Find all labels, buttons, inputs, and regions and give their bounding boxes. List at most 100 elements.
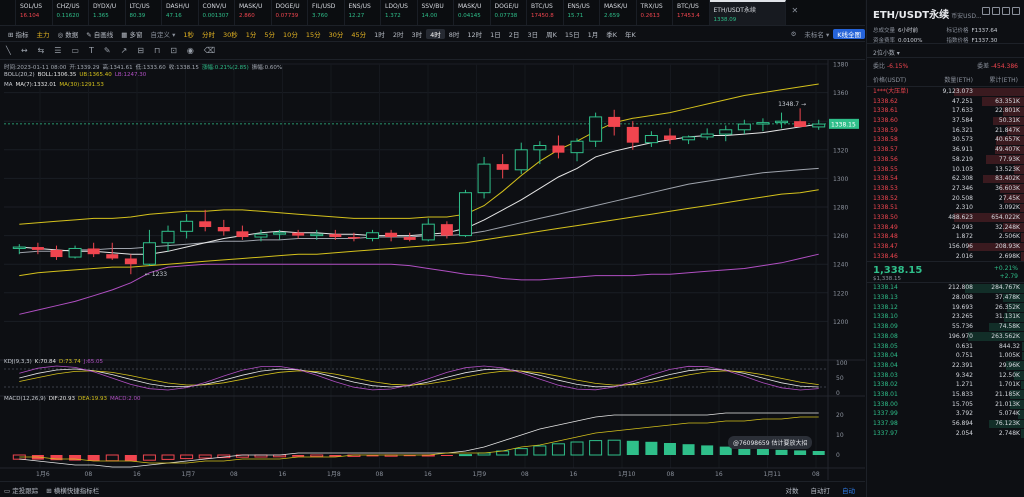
pen-tool-icon[interactable]: ✎ xyxy=(104,46,111,55)
book-row[interactable]: 1338.46 2.016 2.698K xyxy=(867,252,1024,262)
ticker-item[interactable]: ENS/US 15.71 xyxy=(564,0,600,25)
ticker-item[interactable]: CHZ/US 0.11620 xyxy=(53,0,89,25)
data-button[interactable]: ◎ 数据 xyxy=(54,29,83,39)
book-row[interactable]: 1338.52 20.508 27.45K xyxy=(867,194,1024,204)
book-row[interactable]: 1338.09 55.736 74.58K xyxy=(867,322,1024,332)
trash-icon[interactable]: ⌫ xyxy=(204,46,215,55)
book-row[interactable]: 1338.53 27.346 36.603K xyxy=(867,184,1024,194)
book-row[interactable]: 1338.08 196.970 263.562K xyxy=(867,332,1024,342)
book-row[interactable]: 1338.04 0.751 1.005K xyxy=(867,351,1024,361)
ticker-item[interactable]: LDO/US 1.372 xyxy=(381,0,418,25)
book-row[interactable]: 1338.47 156.096 208.93K xyxy=(867,242,1024,252)
eye-icon[interactable]: ◉ xyxy=(187,46,194,55)
book-row[interactable]: 1338.50 488.623 654.022K xyxy=(867,213,1024,223)
ticker-item[interactable]: TRX/US 0.2613 xyxy=(637,0,673,25)
share-icon[interactable] xyxy=(992,7,1000,15)
interval-2[interactable]: 30秒 xyxy=(219,29,242,39)
interval-15[interactable]: 1日 xyxy=(486,29,505,39)
book-row[interactable]: 1338.05 0.631 844.32 xyxy=(867,342,1024,352)
ticker-prev-icon[interactable] xyxy=(0,0,16,25)
book-row[interactable]: 1338.61 17.633 22.801K xyxy=(867,106,1024,116)
timestamp-toggle[interactable]: 未标名 ▾ xyxy=(800,29,833,39)
interval-17[interactable]: 3日 xyxy=(523,29,542,39)
interval-16[interactable]: 2日 xyxy=(505,29,524,39)
magnet-icon[interactable]: ⊓ xyxy=(154,46,160,55)
book-row[interactable]: 1338.54 62.308 83.402K xyxy=(867,174,1024,184)
book-row[interactable]: 1338.12 19.693 26.352K xyxy=(867,303,1024,313)
ticker-item-active[interactable]: ETH/USDT永续 1338.09 xyxy=(709,0,786,25)
interval-3[interactable]: 1分 xyxy=(242,29,261,39)
alert-icon[interactable] xyxy=(1002,7,1010,15)
ticker-item[interactable]: MASK/U 0.04145 xyxy=(454,0,491,25)
book-row[interactable]: 1338.51 2.310 3.092K xyxy=(867,203,1024,213)
ticker-item[interactable]: CONV/U 0.001307 xyxy=(199,0,235,25)
ticker-item[interactable]: LTC/US 80.39 xyxy=(126,0,162,25)
book-row[interactable]: 1338.58 30.573 40.657K xyxy=(867,135,1024,145)
book-row[interactable]: 1338.10 23.265 31.131K xyxy=(867,312,1024,322)
book-row[interactable]: 1338.00 15.705 21.013K xyxy=(867,400,1024,410)
interval-9[interactable]: 1时 xyxy=(370,29,389,39)
dca-button[interactable]: ▭ 定投跟踪 xyxy=(4,485,38,495)
kline-mode-button[interactable]: K线全图 xyxy=(833,28,865,39)
measure-tool-icon[interactable]: ⊟ xyxy=(137,46,144,55)
settings-icon[interactable]: ⚙ xyxy=(787,30,801,38)
book-row[interactable]: 1338.56 58.219 77.93K xyxy=(867,155,1024,165)
ticker-item[interactable]: MASK/U 2.659 xyxy=(600,0,637,25)
precision-selector[interactable]: 2位小数 ▾ xyxy=(867,44,1024,58)
ticker-item[interactable]: DOGE/U 0.07739 xyxy=(272,0,308,25)
fib-tool-icon[interactable]: ☰ xyxy=(54,46,61,55)
ticker-item[interactable]: SOL/US 16.104 xyxy=(16,0,53,25)
interval-0[interactable]: 1秒 xyxy=(179,29,198,39)
book-row[interactable]: 1338.57 36.911 49.407K xyxy=(867,145,1024,155)
book-row[interactable]: 1***(大压单) 9,123.073 xyxy=(867,87,1024,97)
book-row[interactable]: 1337.99 3.792 5.074K xyxy=(867,409,1024,419)
draw-line-button[interactable]: ✎ 自画线 xyxy=(82,29,117,39)
interval-10[interactable]: 2时 xyxy=(389,29,408,39)
book-row[interactable]: 1338.13 28.008 37.478K xyxy=(867,293,1024,303)
book-row[interactable]: 1338.59 16.321 21.847K xyxy=(867,126,1024,136)
user-tooltip[interactable]: @76098659 估计要放大招 xyxy=(728,436,813,449)
book-row[interactable]: 1338.01 15.833 21.185K xyxy=(867,390,1024,400)
custom-button[interactable]: 自定义 ▾ xyxy=(147,29,180,39)
horizontal-line-icon[interactable]: ↔ xyxy=(21,46,28,55)
book-row[interactable]: 1338.55 10.103 13.523K xyxy=(867,165,1024,175)
book-row[interactable]: 1338.49 24.093 32.248K xyxy=(867,223,1024,233)
text-tool-icon[interactable]: T xyxy=(89,46,94,55)
chart-canvas[interactable]: 1380136013401320130012801260124012201200… xyxy=(0,60,865,480)
interval-11[interactable]: 3时 xyxy=(407,29,426,39)
interval-1[interactable]: 分时 xyxy=(198,29,219,39)
book-row[interactable]: 1338.62 47.251 63.351K xyxy=(867,97,1024,107)
ticker-item[interactable]: BTC/US 17450.8 xyxy=(527,0,564,25)
ticker-item[interactable]: FIL/USD 3.760 xyxy=(308,0,345,25)
interval-4[interactable]: 5分 xyxy=(260,29,279,39)
interval-19[interactable]: 15日 xyxy=(561,29,584,39)
interval-7[interactable]: 30分 xyxy=(325,29,348,39)
lock-icon[interactable]: ⊡ xyxy=(170,46,177,55)
ticker-item[interactable]: ENS/US 12.27 xyxy=(345,0,381,25)
more-icon[interactable] xyxy=(1012,7,1020,15)
indicators-button[interactable]: ⊞ 指标 xyxy=(4,29,33,39)
ticker-item[interactable]: DYDX/U 1.365 xyxy=(89,0,126,25)
interval-13[interactable]: 8时 xyxy=(445,29,464,39)
book-row[interactable]: 1337.98 56.894 76.123K xyxy=(867,419,1024,429)
ticker-item[interactable]: BTC/US 17453.4 xyxy=(673,0,710,25)
book-row[interactable]: 1337.97 2.054 2.748K xyxy=(867,429,1024,439)
log-scale-toggle[interactable]: 对数 xyxy=(786,485,799,495)
rect-tool-icon[interactable]: ▭ xyxy=(71,46,79,55)
channel-tool-icon[interactable]: ⇆ xyxy=(38,46,45,55)
interval-20[interactable]: 1月 xyxy=(584,29,603,39)
quick-indicator-bar[interactable]: ⊞ 横横快捷指标栏 xyxy=(46,485,99,495)
book-row[interactable]: 1338.48 1.872 2.506K xyxy=(867,232,1024,242)
interval-6[interactable]: 15分 xyxy=(302,29,325,39)
star-icon[interactable] xyxy=(982,7,990,15)
ticker-item[interactable]: DOGE/U 0.07738 xyxy=(491,0,527,25)
multi-window-button[interactable]: ▦ 多窗 xyxy=(117,29,146,39)
book-row[interactable]: 1338.14 212.808 284.767K xyxy=(867,283,1024,293)
book-row[interactable]: 1338.60 37.584 50.31K xyxy=(867,116,1024,126)
interval-21[interactable]: 季K xyxy=(602,29,621,39)
book-row[interactable]: 1338.03 9.342 12.50K xyxy=(867,371,1024,381)
interval-14[interactable]: 12时 xyxy=(463,29,486,39)
interval-5[interactable]: 10分 xyxy=(279,29,302,39)
book-row[interactable]: 1338.04 22.391 29.96K xyxy=(867,361,1024,371)
auto-scale-toggle[interactable]: 自动 xyxy=(842,485,855,495)
